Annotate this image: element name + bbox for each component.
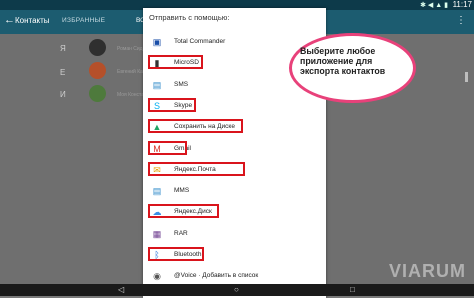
share-option-label: @Voice · Добавить в список bbox=[174, 272, 259, 280]
status-icons: ✱ ◀ ▲ ▮ bbox=[420, 2, 448, 9]
scrollbar-thumb[interactable] bbox=[465, 72, 468, 82]
back-arrow-icon[interactable]: ← bbox=[4, 14, 15, 26]
highlight-frame bbox=[148, 55, 203, 70]
share-option-label: MMS bbox=[174, 187, 190, 195]
avatar[interactable] bbox=[89, 62, 106, 79]
total-commander-icon: ▣ bbox=[152, 37, 162, 47]
watermark: VIARUM bbox=[389, 261, 466, 281]
nav-back-icon[interactable]: ◁ bbox=[118, 285, 124, 294]
highlight-frame bbox=[148, 140, 187, 155]
avatar[interactable] bbox=[89, 39, 106, 56]
share-option-label: SMS bbox=[174, 80, 189, 88]
nav-recents-icon[interactable]: □ bbox=[350, 285, 355, 294]
share-option-7[interactable]: ✉ Яндекс.Почта bbox=[143, 160, 326, 181]
highlight-frame bbox=[148, 119, 243, 134]
nav-bar: ◁ ○ □ bbox=[0, 284, 474, 296]
section-letter: И bbox=[60, 90, 66, 99]
share-option-10[interactable]: ▦ RAR bbox=[143, 224, 326, 245]
share-option-5[interactable]: ▲ Сохранить на Диске bbox=[143, 117, 326, 138]
voice-icon: ◉ bbox=[153, 271, 161, 282]
status-time: 11:17 bbox=[452, 0, 472, 9]
overflow-menu-icon[interactable]: ⋮ bbox=[456, 15, 466, 26]
dialog-title: Отправить с помощью: bbox=[149, 13, 230, 22]
sms-icon: ▤ bbox=[152, 79, 162, 90]
highlight-frame bbox=[148, 97, 196, 112]
avatar[interactable] bbox=[89, 85, 106, 102]
highlight-frame bbox=[148, 247, 204, 261]
highlight-frame bbox=[148, 161, 245, 176]
highlight-frame bbox=[148, 204, 219, 219]
share-option-6[interactable]: M Gmail bbox=[143, 139, 326, 160]
share-option-9[interactable]: ☁ Яндекс.Диск bbox=[143, 202, 326, 223]
tab-favorites[interactable]: ИЗБРАННЫЕ bbox=[62, 17, 105, 24]
share-option-label: RAR bbox=[174, 229, 188, 237]
callout-text: Выберите любое приложение для экспорта к… bbox=[300, 46, 386, 76]
share-option-label: Total Commander bbox=[174, 38, 226, 45]
section-letter: Е bbox=[60, 68, 66, 77]
app-title: Контакты bbox=[15, 16, 50, 25]
section-letter: Я bbox=[60, 44, 66, 53]
share-option-8[interactable]: ▤ MMS bbox=[143, 181, 326, 202]
rar-icon: ▦ bbox=[152, 228, 162, 239]
nav-home-icon[interactable]: ○ bbox=[234, 285, 239, 294]
mms-icon: ▤ bbox=[152, 186, 162, 197]
share-option-11[interactable]: ᛒ Bluetooth bbox=[143, 245, 326, 266]
share-option-4[interactable]: S Skype bbox=[143, 96, 326, 117]
